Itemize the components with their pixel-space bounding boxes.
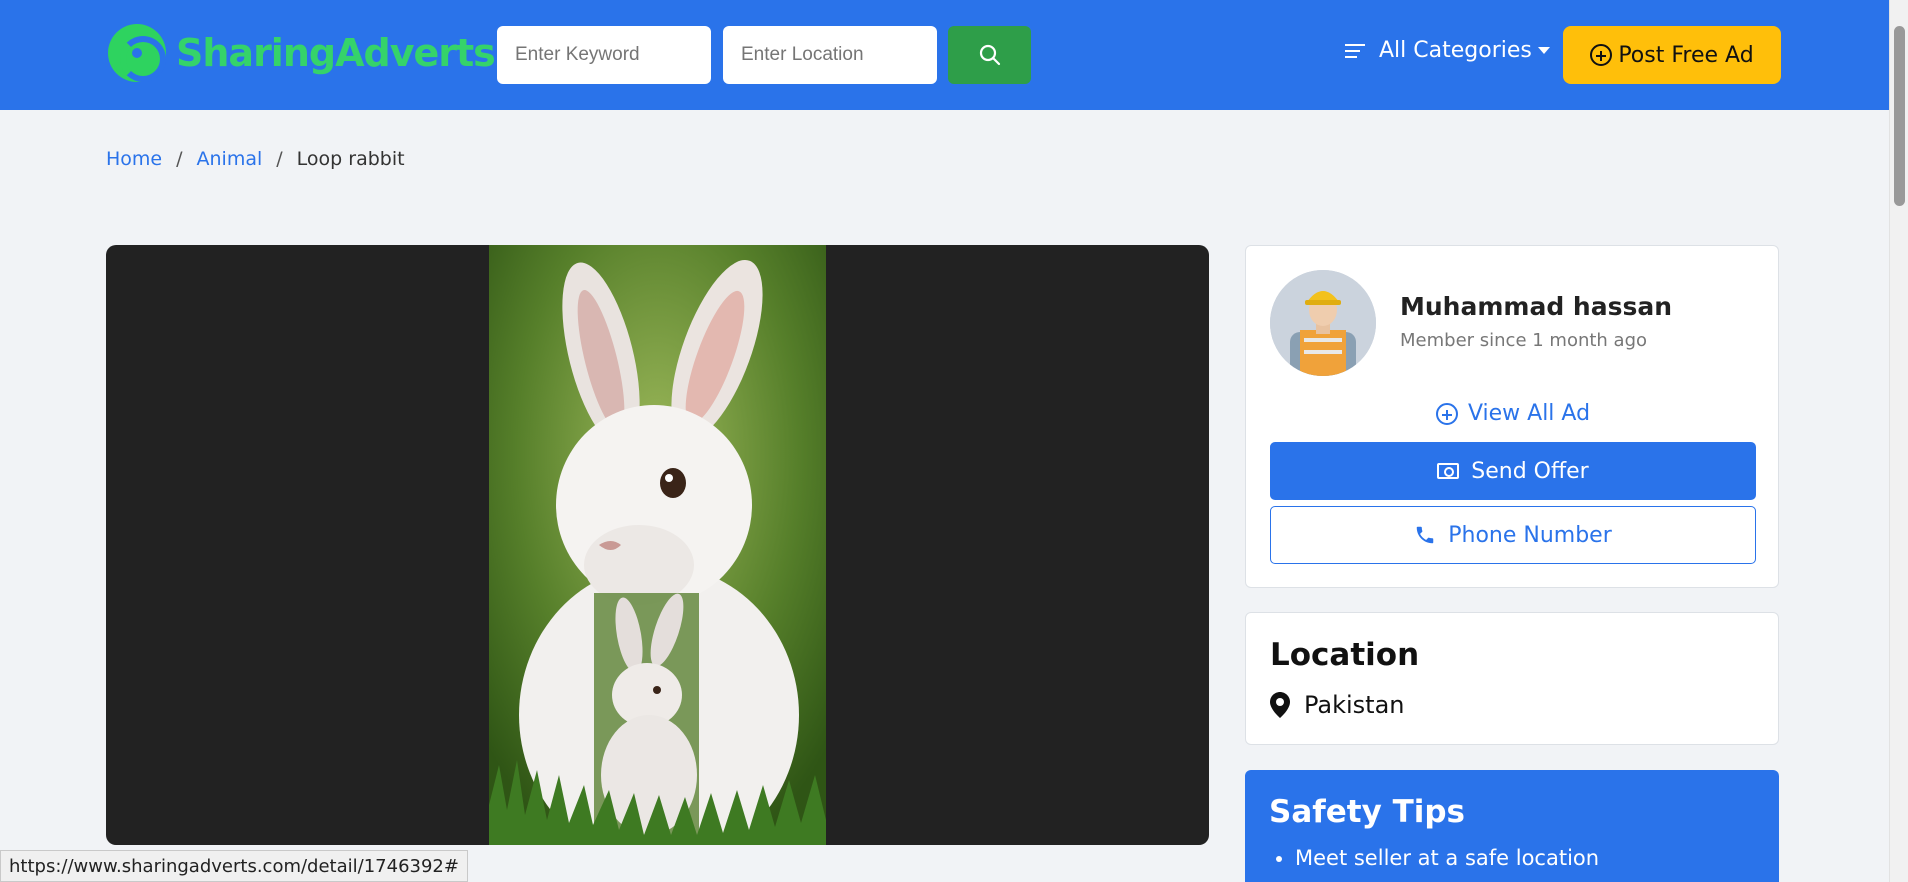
breadcrumb-separator: / [176, 148, 183, 170]
keyword-input[interactable] [497, 26, 711, 84]
menu-lines-icon [1345, 40, 1365, 62]
send-offer-button[interactable]: Send Offer [1270, 442, 1756, 500]
member-since: Member since 1 month ago [1400, 330, 1648, 351]
ad-image-viewer[interactable] [106, 245, 1209, 845]
logo-text: SharingAdverts [176, 31, 496, 75]
plus-circle-icon [1590, 44, 1613, 66]
location-title: Location [1270, 637, 1420, 673]
seller-name: Muhammad hassan [1400, 292, 1673, 321]
site-logo[interactable]: SharingAdverts [108, 24, 496, 82]
location-input[interactable] [723, 26, 937, 84]
browser-status-bar: https://www.sharingadverts.com/detail/17… [0, 850, 468, 882]
phone-number-button[interactable]: Phone Number [1270, 506, 1756, 564]
cash-icon [1437, 463, 1460, 479]
search-button[interactable] [948, 26, 1031, 84]
breadcrumb-separator: / [276, 148, 283, 170]
search-icon [979, 44, 1000, 66]
safety-tips-card: Safety Tips Meet seller at a safe locati… [1245, 770, 1779, 882]
location-row: Pakistan [1270, 691, 1405, 719]
breadcrumb: Home / Animal / Loop rabbit [106, 148, 405, 170]
phone-label: Phone Number [1448, 522, 1612, 548]
logo-icon [108, 24, 166, 82]
safety-tip: Meet seller at a safe location [1295, 846, 1599, 870]
rabbit-photo [489, 245, 826, 845]
location-card: Location Pakistan [1245, 612, 1779, 745]
status-url: https://www.sharingadverts.com/detail/17… [9, 855, 459, 877]
send-offer-label: Send Offer [1471, 458, 1589, 484]
categories-label: All Categories [1379, 38, 1532, 63]
caret-down-icon [1537, 47, 1550, 54]
breadcrumb-animal[interactable]: Animal [197, 148, 263, 170]
rabbit-illustration [489, 245, 826, 845]
all-categories-dropdown[interactable]: All Categories [1345, 38, 1550, 63]
seller-avatar[interactable] [1270, 270, 1376, 376]
site-header: SharingAdverts All Categories Post Free … [0, 0, 1889, 110]
view-all-label: View All Ad [1467, 401, 1591, 426]
seller-avatar-image [1270, 270, 1376, 376]
breadcrumb-home[interactable]: Home [106, 148, 162, 170]
post-free-ad-button[interactable]: Post Free Ad [1563, 26, 1781, 84]
post-ad-label: Post Free Ad [1618, 42, 1754, 68]
location-value: Pakistan [1304, 691, 1405, 719]
safety-title: Safety Tips [1269, 794, 1465, 830]
seller-card: Muhammad hassan Member since 1 month ago… [1245, 245, 1779, 588]
map-pin-icon [1270, 692, 1290, 718]
plus-circle-icon [1435, 402, 1458, 425]
view-all-ad-link[interactable]: View All Ad [1246, 401, 1780, 426]
page-scrollbar[interactable] [1889, 0, 1908, 882]
scrollbar-thumb[interactable] [1894, 26, 1905, 206]
phone-icon [1416, 526, 1434, 544]
breadcrumb-current: Loop rabbit [296, 148, 405, 170]
safety-tips-list: Meet seller at a safe location [1295, 846, 1599, 878]
